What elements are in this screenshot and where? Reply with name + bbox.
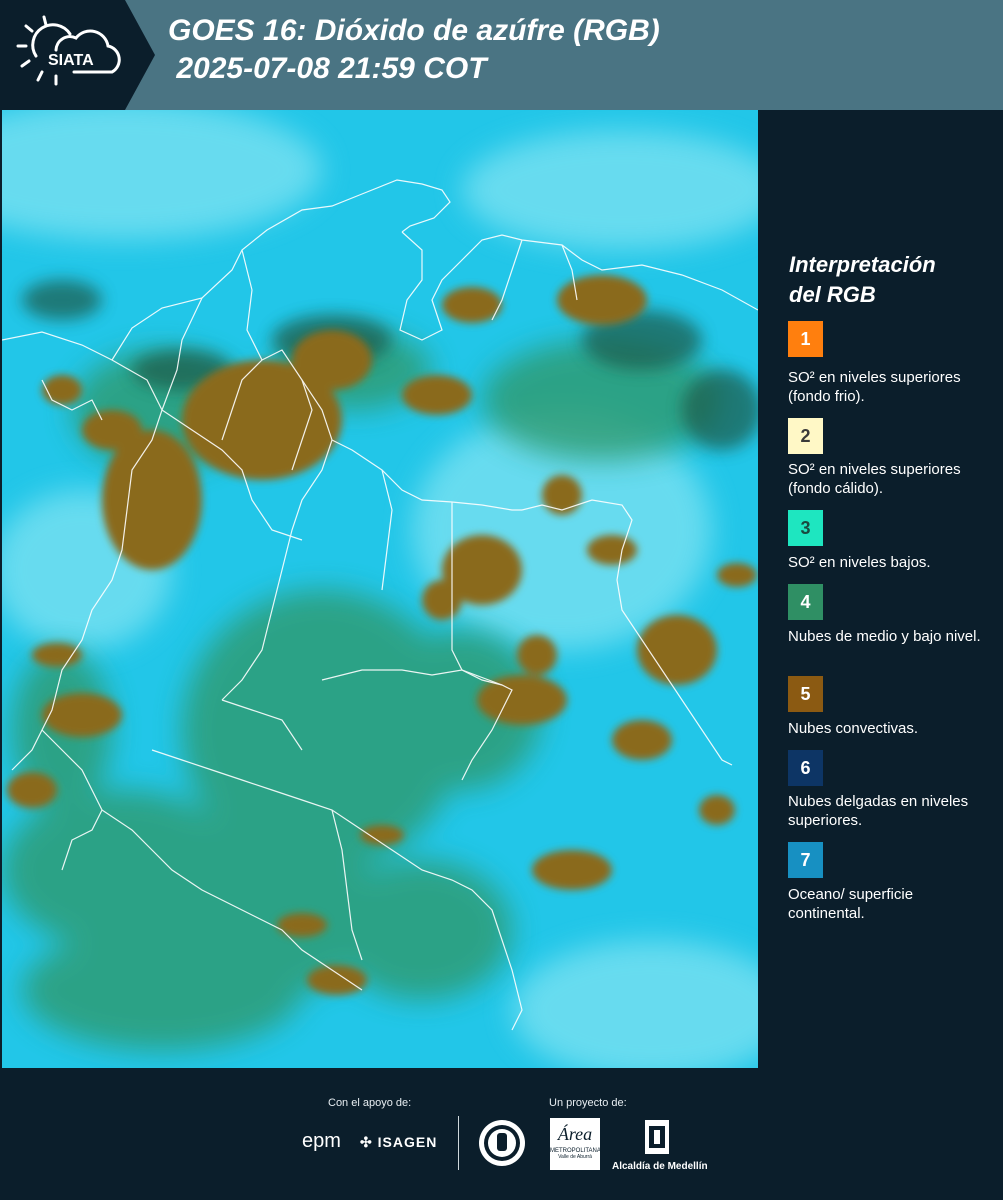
legend-panel: Interpretación del RGB 1 SO² en niveles … — [760, 110, 1003, 1068]
page-title: GOES 16: Dióxido de azúfre (RGB) 2025-07… — [168, 12, 660, 88]
header-bar: SIATA GOES 16: Dióxido de azúfre (RGB) 2… — [0, 0, 1003, 110]
legend-label-4: Nubes de medio y bajo nivel. — [788, 628, 981, 645]
satellite-map[interactable] — [2, 110, 758, 1068]
legend-number: 3 — [800, 517, 811, 538]
alcaldia-logo[interactable]: Alcaldía de Medellín — [612, 1118, 708, 1172]
legend-swatch-6: 6 — [788, 750, 823, 786]
legend-label-7: Oceano/ superficie continental. — [788, 886, 914, 922]
legend-swatch-3: 3 — [788, 510, 823, 546]
svg-text:SIATA: SIATA — [48, 52, 94, 69]
isagen-icon: ✣ — [360, 1134, 373, 1150]
rgb-composite-image — [2, 110, 758, 1068]
alcaldia-shield-icon — [645, 1120, 669, 1154]
siata-sun-cloud-icon: SIATA — [16, 15, 121, 86]
siata-logo[interactable]: SIATA — [0, 0, 155, 110]
legend-swatch-4: 4 — [788, 584, 823, 620]
legend-swatch-5: 5 — [788, 676, 823, 712]
isagen-logo[interactable]: ✣ ISAGEN — [360, 1134, 437, 1151]
legend-swatch-1: 1 — [788, 321, 823, 357]
legend-number: 5 — [800, 683, 811, 704]
epm-logo-text: epm — [302, 1130, 341, 1152]
legend-number: 4 — [800, 591, 811, 612]
legend-title: Interpretación del RGB — [789, 252, 936, 307]
epm-logo[interactable]: epm — [302, 1130, 341, 1153]
support-label: Con el apoyo de: — [328, 1097, 412, 1109]
legend-number: 6 — [800, 757, 811, 778]
legend-label-6: Nubes delgadas en niveles superiores. — [788, 793, 969, 829]
isagen-logo-text: ISAGEN — [377, 1134, 438, 1150]
area-logo-sub2: Valle de Aburrá — [558, 1154, 592, 1160]
area-logo-text: Área — [557, 1124, 593, 1144]
title-line-2: 2025-07-08 21:59 COT — [168, 52, 487, 85]
medellin-seal-logo[interactable] — [477, 1118, 527, 1173]
seal-icon — [479, 1120, 525, 1166]
legend-number: 2 — [800, 425, 811, 446]
legend-number: 7 — [800, 849, 811, 870]
alcaldia-logo-text: Alcaldía de Medellín — [612, 1161, 708, 1172]
title-line-1: GOES 16: Dióxido de azúfre (RGB) — [168, 14, 660, 47]
legend-number: 1 — [800, 328, 811, 349]
legend-swatch-2: 2 — [788, 418, 823, 454]
footer-divider — [458, 1116, 459, 1170]
project-label: Un proyecto de: — [549, 1097, 627, 1109]
legend-label-1: SO² en niveles superiores (fondo frio). — [788, 369, 961, 405]
legend-label-5: Nubes convectivas. — [788, 720, 919, 737]
area-metropolitana-logo[interactable]: Área METROPOLITANA Valle de Aburrá — [550, 1118, 601, 1170]
legend-label-2: SO² en niveles superiores (fondo cálido)… — [788, 461, 961, 497]
legend-swatch-7: 7 — [788, 842, 823, 878]
legend-label-3: SO² en niveles bajos. — [788, 554, 931, 571]
footer-sponsors: Con el apoyo de: Un proyecto de: epm ✣ I… — [0, 1068, 1003, 1200]
